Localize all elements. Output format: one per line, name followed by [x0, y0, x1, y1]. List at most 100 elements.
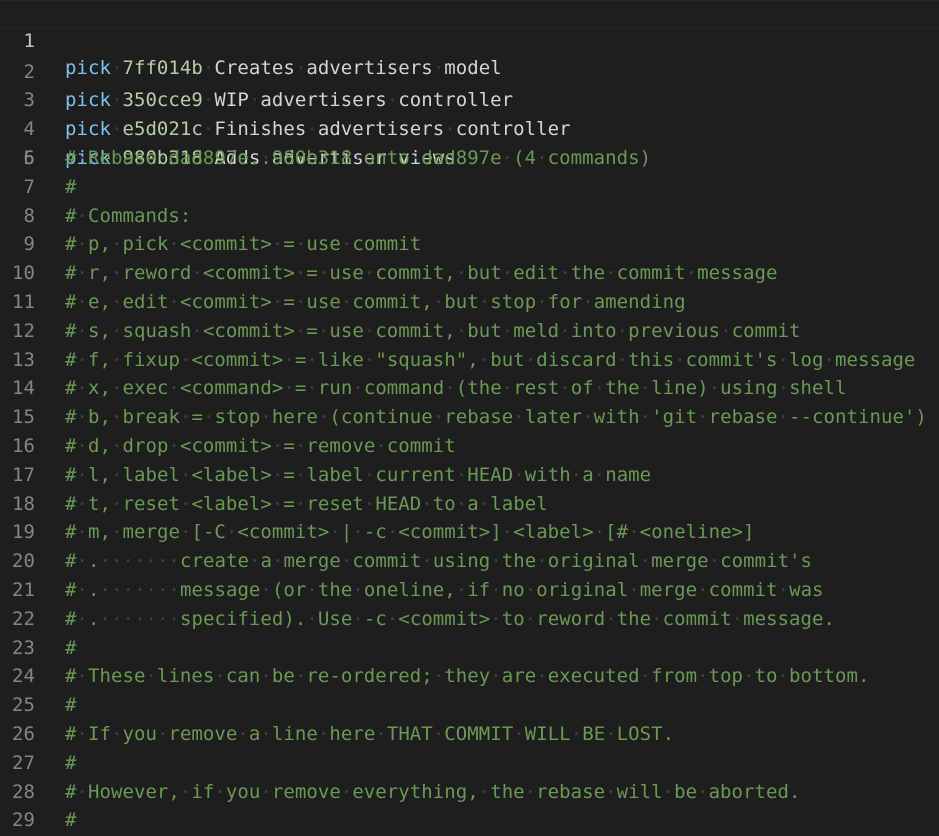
whitespace-marker: ·	[260, 780, 272, 803]
comment-text[interactable]: #	[65, 691, 77, 720]
code-editor[interactable]: 1 pick·7ff014b·Creates·advertisers·model…	[0, 0, 939, 836]
whitespace-marker: ·	[524, 348, 537, 371]
whitespace-marker: ·	[179, 492, 192, 515]
editor-line-15[interactable]: 15 #·b,·break·=·stop·here·(continue·rebas…	[0, 403, 939, 432]
whitespace-marker: ·	[317, 262, 330, 285]
editor-line-23[interactable]: 23 #	[0, 634, 939, 663]
whitespace-marker: ·	[616, 319, 629, 342]
whitespace-marker: ·	[76, 291, 88, 313]
whitespace-marker: ·	[145, 607, 157, 630]
whitespace-marker: ·	[191, 319, 203, 342]
editor-line-14[interactable]: 14 #·x,·exec·<command>·=·run·command·(the…	[0, 374, 939, 403]
editor-line-8[interactable]: 8 #·Commands:	[0, 202, 939, 231]
editor-line-6[interactable]: 6 #·Rebase·dad897e..980b318·onto·dad897e·…	[0, 144, 939, 173]
whitespace-marker: ·	[145, 665, 157, 688]
editor-line-26[interactable]: 26 #·If·you·remove·a·line·here·THAT·COMMI…	[0, 720, 939, 749]
whitespace-marker: ·	[76, 665, 88, 688]
whitespace-marker: ·	[271, 550, 284, 573]
editor-line-2[interactable]: 2 pick·350cce9·WIP·advertisers·controlle…	[0, 29, 939, 112]
comment-text[interactable]: #·s,·squash·<commit>·=·use·commit,·but·m…	[65, 317, 801, 346]
whitespace-marker: ·	[605, 607, 617, 630]
whitespace-marker: ·	[122, 607, 134, 630]
whitespace-marker: ·	[306, 579, 318, 601]
editor-line-18[interactable]: 18 #·t,·reset·<label>·=·reset·HEAD·to·a·l…	[0, 490, 939, 519]
editor-line-20[interactable]: 20 #·.·······create·a·merge·commit·using·…	[0, 547, 939, 576]
whitespace-marker: ·	[294, 463, 307, 486]
comment-text[interactable]: #·d,·drop·<commit>·=·remove·commit	[65, 432, 456, 461]
whitespace-marker: ·	[513, 723, 525, 745]
whitespace-marker: ·	[455, 262, 468, 285]
editor-line-21[interactable]: 21 #·.·······message·(or·the·oneline,·if·…	[0, 576, 939, 605]
whitespace-marker: ·	[283, 348, 295, 371]
comment-text[interactable]: #·p,·pick·<commit>·=·use·commit	[65, 230, 421, 259]
comment-text[interactable]: #·m,·merge·[-C·<commit>·|·-c·<commit>]·<…	[65, 518, 755, 547]
comment-text[interactable]: #·l,·label·<label>·=·label·current·HEAD·…	[65, 461, 651, 490]
whitespace-marker: ·	[559, 377, 571, 400]
editor-line-5[interactable]: 5	[0, 115, 939, 169]
editor-line-25[interactable]: 25 #	[0, 691, 939, 720]
whitespace-marker: ·	[76, 406, 88, 429]
line-number: 13	[12, 348, 35, 371]
comment-text[interactable]: #·t,·reset·<label>·=·reset·HEAD·to·a·lab…	[65, 490, 548, 519]
whitespace-marker: ·	[76, 521, 88, 544]
whitespace-marker: ·	[271, 435, 284, 457]
whitespace-marker: ·	[570, 723, 583, 745]
whitespace-marker: ·	[593, 377, 606, 400]
comment-text[interactable]: #·Commands:	[65, 202, 191, 231]
editor-line-27[interactable]: 27 #	[0, 749, 939, 778]
comment-text[interactable]: #·.·······create·a·merge·commit·using·th…	[65, 547, 812, 576]
editor-line-11[interactable]: 11 #·e,·edit·<commit>·=·use·commit,·but·s…	[0, 288, 939, 317]
whitespace-marker: ·	[340, 233, 353, 256]
whitespace-marker: ·	[76, 319, 88, 342]
whitespace-marker: ·	[76, 579, 88, 601]
whitespace-marker: ·	[145, 550, 157, 573]
comment-text[interactable]: #·e,·edit·<commit>·=·use·commit,·but·sto…	[65, 288, 686, 317]
comment-text[interactable]: #·However,·if·you·remove·everything,·the…	[65, 778, 800, 807]
whitespace-marker: ·	[168, 233, 180, 256]
whitespace-marker: ·	[134, 579, 146, 601]
comment-text[interactable]: #	[65, 749, 77, 778]
comment-text[interactable]: #·b,·break·=·stop·here·(continue·rebase·…	[65, 403, 927, 432]
editor-line-29[interactable]: 29 #	[0, 806, 939, 835]
comment-text[interactable]: #·These·lines·can·be·re-ordered;·they·ar…	[65, 662, 869, 691]
whitespace-marker: ·	[536, 291, 548, 313]
comment-text[interactable]: #·f,·fixup·<commit>·=·like·"squash",·but…	[65, 346, 915, 375]
editor-line-19[interactable]: 19 #·m,·merge·[-C·<commit>·|·-c·<commit>]…	[0, 518, 939, 547]
comment-text[interactable]: #·Rebase·dad897e..980b318·onto·dad897e·(…	[65, 144, 651, 173]
whitespace-marker: ·	[639, 665, 652, 688]
comment-text[interactable]: #·x,·exec·<command>·=·run·command·(the·r…	[65, 374, 847, 403]
editor-line-16[interactable]: 16 #·d,·drop·<commit>·=·remove·commit	[0, 432, 939, 461]
editor-line-28[interactable]: 28 #·However,·if·you·remove·everything,·t…	[0, 778, 939, 807]
comment-text[interactable]: #	[65, 806, 77, 835]
editor-line-10[interactable]: 10 #·r,·reword·<commit>·=·use·commit,·but…	[0, 259, 939, 288]
whitespace-marker: ·	[157, 607, 169, 630]
whitespace-marker: ·	[294, 435, 307, 457]
whitespace-marker: ·	[421, 550, 433, 573]
comment-text[interactable]: #·.·······message·(or·the·oneline,·if·no…	[65, 576, 824, 605]
whitespace-marker: ·	[593, 463, 606, 486]
whitespace-marker: ·	[536, 665, 548, 688]
comment-text[interactable]: #	[65, 634, 77, 663]
editor-line-17[interactable]: 17 #·l,·label·<label>·=·label·current·HEA…	[0, 461, 939, 490]
editor-line-3[interactable]: 3 pick·e5d021c·Finishes·advertisers·cont…	[0, 58, 939, 140]
editor-line-4[interactable]: 4 pick·980b318·Adds·advertiser·views	[0, 86, 939, 169]
editor-line-24[interactable]: 24 #·These·lines·can·be·re-ordered;·they·…	[0, 662, 939, 691]
editor-line-1[interactable]: 1 pick·7ff014b·Creates·advertisers·model	[0, 0, 939, 79]
whitespace-marker: ·	[317, 406, 330, 429]
editor-line-13[interactable]: 13 #·f,·fixup·<commit>·=·like·"squash",·b…	[0, 346, 939, 375]
comment-text[interactable]: #·r,·reword·<commit>·=·use·commit,·but·e…	[65, 259, 778, 288]
editor-line-9[interactable]: 9 #·p,·pick·<commit>·=·use·commit	[0, 230, 939, 259]
whitespace-marker: ·	[536, 147, 548, 169]
whitespace-marker: ·	[386, 521, 399, 544]
whitespace-marker: ·	[110, 723, 123, 745]
whitespace-marker: ·	[478, 492, 491, 515]
comment-text[interactable]: #	[65, 173, 77, 202]
editor-line-22[interactable]: 22 #·.·······specified).·Use·-c·<commit>·…	[0, 605, 939, 634]
comment-text[interactable]: #·.·······specified).·Use·-c·<commit>·to…	[65, 605, 835, 634]
comment-text[interactable]: #·If·you·remove·a·line·here·THAT·COMMIT·…	[65, 720, 674, 749]
editor-line-12[interactable]: 12 #·s,·squash·<commit>·=·use·commit,·but…	[0, 317, 939, 346]
whitespace-marker: ·	[111, 579, 123, 601]
whitespace-marker: ·	[490, 607, 502, 630]
whitespace-marker: ·	[363, 463, 376, 486]
editor-line-7[interactable]: 7 #	[0, 173, 939, 202]
